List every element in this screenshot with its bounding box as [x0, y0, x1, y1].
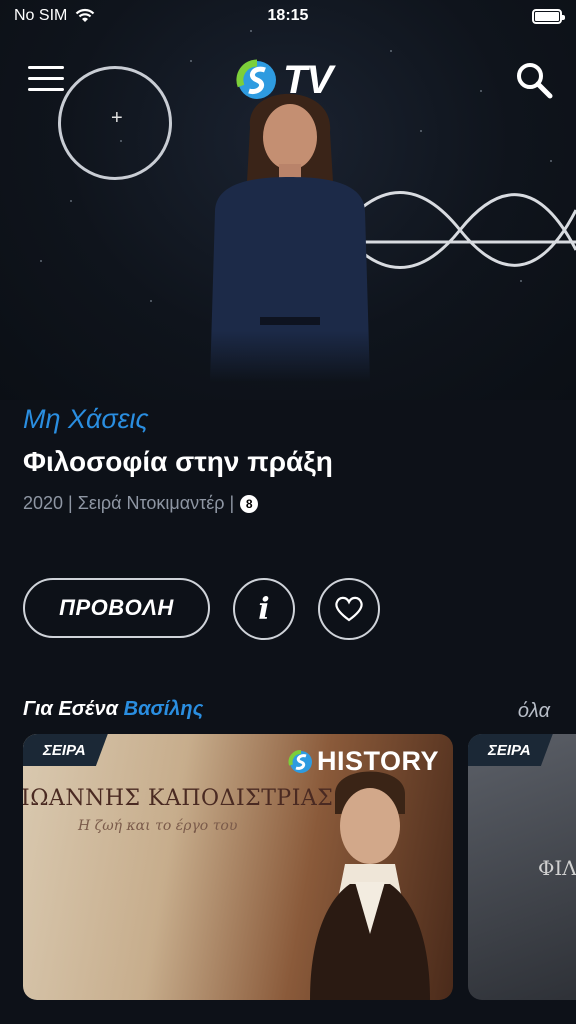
card-art-title: ΙΩΑΝΝΗΣ ΚΑΠΟΔΙΣΤΡΙΑΣ [23, 786, 334, 811]
hero-kicker: Μη Χάσεις [23, 404, 149, 434]
info-button[interactable]: i [233, 578, 295, 640]
hero-title: Φιλοσοφία στην πράξη [23, 446, 333, 477]
carrier-label: No SIM [14, 7, 68, 24]
age-rating-badge: 8 [240, 494, 259, 513]
card-type-badge: ΣΕΙΡΑ [23, 734, 108, 766]
content-card[interactable]: ΙΩΑΝΝΗΣ ΚΑΠΟΔΙΣΤΡΙΑΣ Η ζωή και το έργο τ… [23, 734, 453, 1000]
presenter-image [210, 93, 370, 382]
card-art-title: ΦΙΛ [538, 856, 576, 880]
content-card[interactable]: ΦΙΛ ΣΕΙΡΑ [468, 734, 576, 1000]
menu-icon[interactable] [28, 66, 64, 92]
play-button[interactable]: ΠΡΟΒΟΛΗ [23, 578, 210, 638]
heart-icon [335, 596, 363, 622]
search-button[interactable] [514, 60, 554, 100]
card-type-badge: ΣΕΙΡΑ [468, 734, 553, 766]
card-portrait-image [310, 771, 430, 1000]
cosmote-logo-icon [236, 59, 276, 99]
see-all-link[interactable]: όλα [518, 700, 550, 723]
channel-name: HISTORY [317, 746, 440, 776]
search-icon [517, 63, 553, 99]
favorite-button[interactable] [318, 578, 380, 640]
section-user-name: Βασίλης [123, 698, 204, 720]
logo-text: TV [283, 57, 333, 102]
card-art-subtitle: Η ζωή και το έργο του [78, 818, 238, 834]
status-bar: No SIM 18:15 [0, 0, 576, 32]
hero-meta: 2020 | Σειρά Ντοκιμαντέρ | 8 [23, 493, 259, 514]
wave-decoration [340, 191, 576, 269]
section-prefix: Για Εσένα [23, 698, 119, 720]
channel-logo-icon [288, 749, 312, 773]
wifi-icon [76, 8, 95, 22]
app-logo[interactable]: TV [235, 56, 345, 104]
section-title: Για Εσένα Βασίλης [23, 698, 203, 721]
circle-decoration [58, 66, 172, 180]
channel-logo: HISTORY [288, 746, 439, 777]
battery-icon [532, 8, 565, 24]
info-icon: i [258, 591, 270, 627]
hero-meta-text: 2020 | Σειρά Ντοκιμαντέρ | [23, 493, 235, 513]
